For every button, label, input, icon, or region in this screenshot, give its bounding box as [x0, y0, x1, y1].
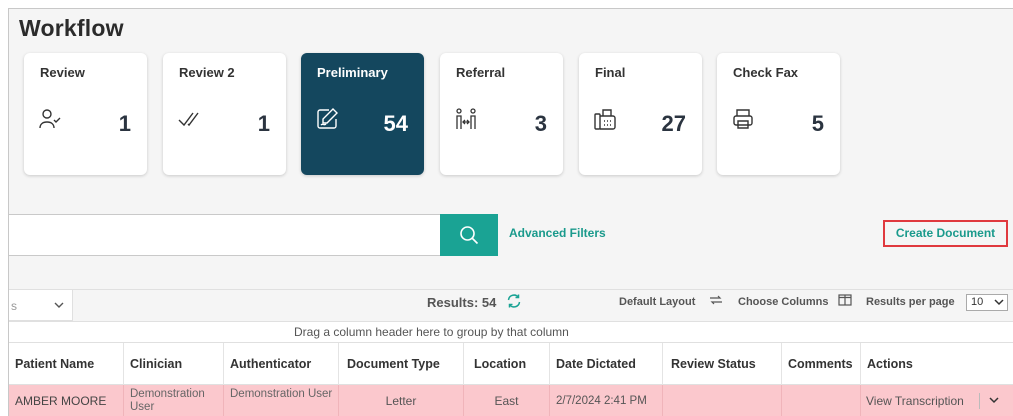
default-layout-link[interactable]: Default Layout	[619, 296, 695, 308]
action-divider	[979, 393, 980, 409]
toolbar-divider	[9, 289, 1013, 290]
chevron-down-icon	[54, 302, 64, 308]
card-label: Final	[595, 65, 626, 80]
results-per-page-value: 10	[971, 296, 984, 308]
workflow-panel: Workflow Review 1 Review 2 1 Preliminary…	[8, 8, 1013, 416]
group-select[interactable]: s	[9, 289, 73, 321]
fax-machine-icon	[594, 109, 616, 130]
drag-hint-text: Drag a column header here to group by th…	[294, 325, 569, 339]
card-review-2[interactable]: Review 2 1	[163, 53, 286, 175]
cell-authenticator: Demonstration User	[224, 385, 339, 416]
cell-location: East	[464, 385, 550, 416]
cell-date-dictated: 2/7/2024 2:41 PM	[550, 385, 663, 416]
table-header: Patient Name Clinician Authenticator Doc…	[9, 343, 1013, 385]
card-final[interactable]: Final 27	[579, 53, 702, 175]
table-row[interactable]: AMBER MOORE Demonstration User Demonstra…	[9, 385, 1013, 416]
card-label: Review 2	[179, 65, 235, 80]
card-label: Preliminary	[317, 65, 388, 80]
card-count: 27	[661, 111, 686, 136]
card-count: 3	[534, 111, 547, 136]
cell-clinician: Demonstration User	[124, 385, 224, 416]
page-title: Workflow	[19, 15, 124, 41]
advanced-filters-link[interactable]: Advanced Filters	[509, 226, 606, 240]
column-header-patient-name[interactable]: Patient Name	[9, 343, 124, 385]
card-count: 1	[118, 111, 131, 136]
chevron-down-icon[interactable]	[989, 397, 999, 405]
results-per-page-label: Results per page	[866, 296, 955, 308]
card-count: 54	[383, 111, 408, 136]
search-button[interactable]	[440, 214, 498, 256]
chevron-down-icon	[994, 299, 1004, 306]
user-check-icon	[39, 109, 61, 129]
column-header-document-type[interactable]: Document Type	[339, 343, 464, 385]
refresh-icon[interactable]	[506, 293, 522, 309]
card-label: Review	[40, 65, 85, 80]
cell-review-status	[663, 385, 782, 416]
swap-layout-icon[interactable]	[709, 294, 723, 306]
view-transcription-button[interactable]: View Transcription	[866, 385, 964, 416]
column-header-location[interactable]: Location	[464, 343, 550, 385]
card-label: Referral	[456, 65, 506, 80]
search-input[interactable]	[9, 214, 441, 256]
double-check-icon	[178, 112, 199, 127]
card-preliminary[interactable]: Preliminary 54	[301, 53, 424, 175]
column-header-clinician[interactable]: Clinician	[124, 343, 224, 385]
card-count: 5	[811, 111, 824, 136]
search-icon	[460, 226, 479, 245]
card-count: 1	[257, 111, 270, 136]
card-label: Check Fax	[733, 65, 799, 80]
group-select-value: s	[11, 299, 17, 313]
edit-document-icon	[317, 108, 338, 129]
card-referral[interactable]: Referral 3	[440, 53, 563, 175]
card-review[interactable]: Review 1	[24, 53, 147, 175]
column-header-date-dictated[interactable]: Date Dictated	[550, 343, 663, 385]
referral-icon	[456, 108, 476, 129]
choose-columns-link[interactable]: Choose Columns	[738, 296, 828, 308]
printer-icon	[733, 109, 753, 129]
group-drop-zone[interactable]: Drag a column header here to group by th…	[9, 321, 1013, 343]
card-check-fax[interactable]: Check Fax 5	[717, 53, 840, 175]
cell-comments	[782, 385, 861, 416]
create-document-button[interactable]: Create Document	[883, 220, 1008, 247]
columns-icon[interactable]	[838, 294, 852, 306]
column-header-authenticator[interactable]: Authenticator	[224, 343, 339, 385]
column-header-comments[interactable]: Comments	[782, 343, 861, 385]
cell-patient-name: AMBER MOORE	[9, 385, 124, 416]
column-header-review-status[interactable]: Review Status	[663, 343, 782, 385]
results-count: Results: 54	[427, 295, 497, 310]
column-header-actions: Actions	[867, 357, 913, 371]
cell-document-type: Letter	[339, 385, 464, 416]
results-per-page-select[interactable]: 10	[966, 294, 1008, 311]
